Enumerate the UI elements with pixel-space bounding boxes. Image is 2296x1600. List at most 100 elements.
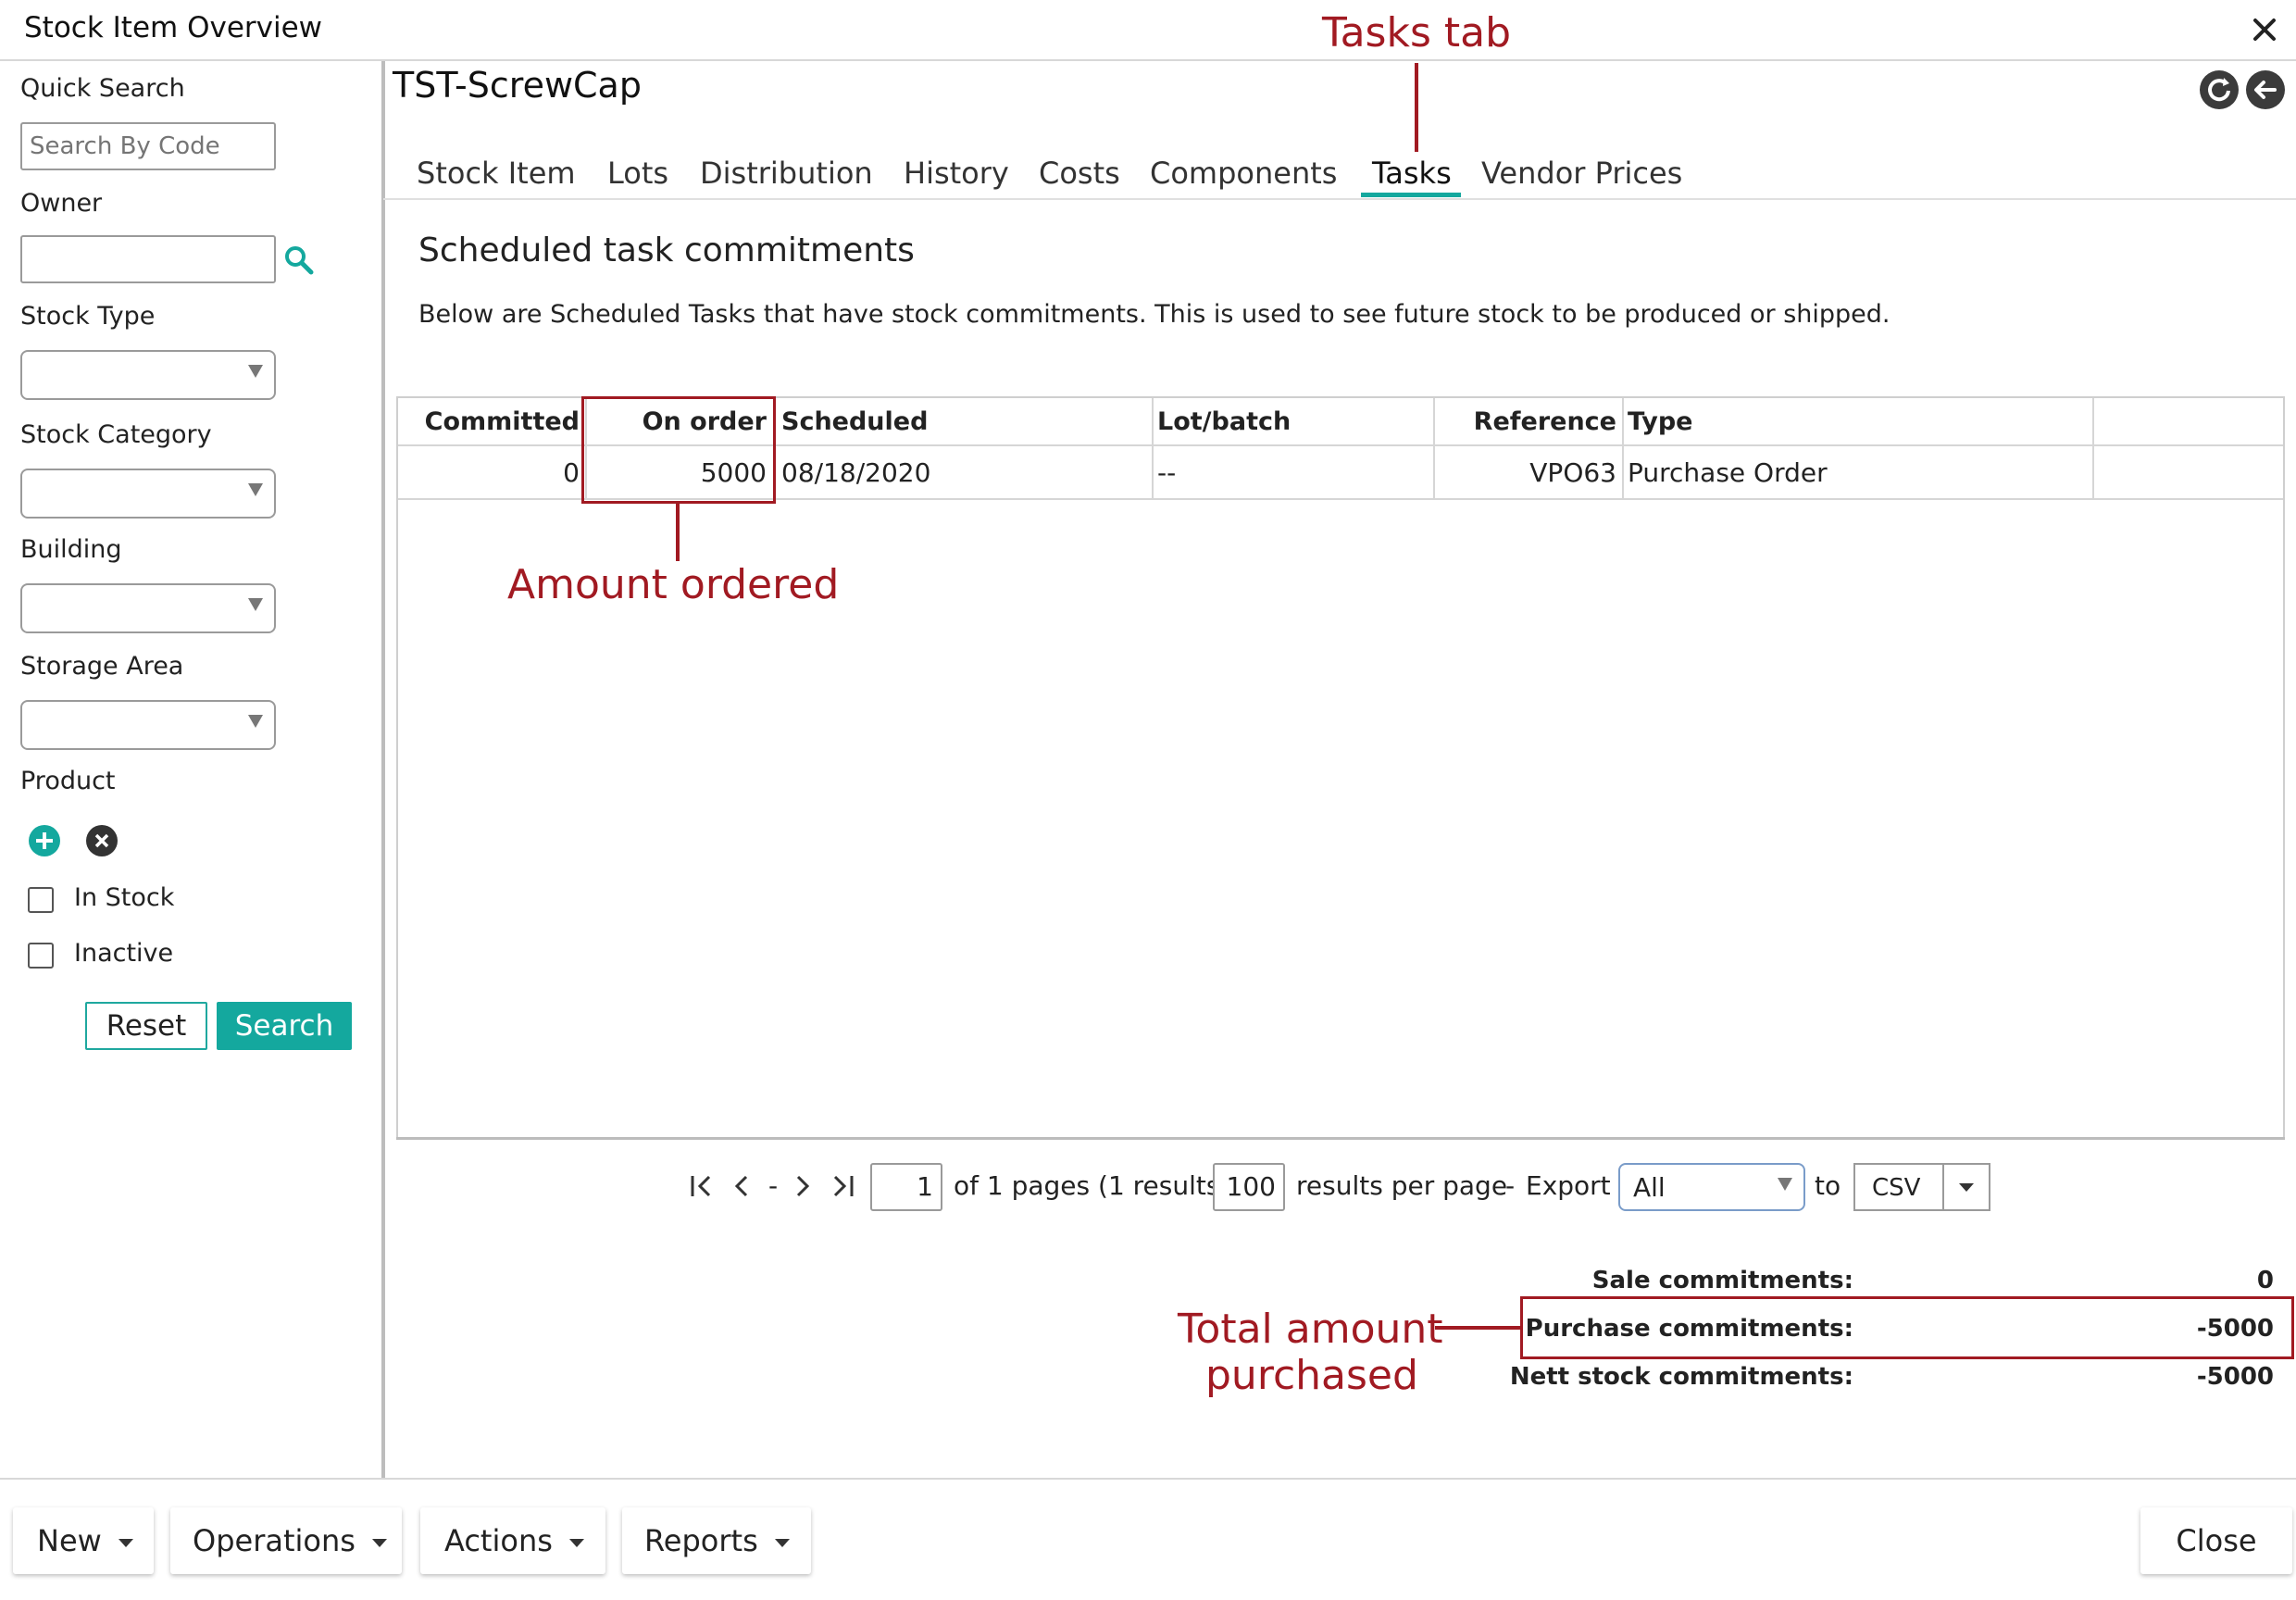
- commitments-table: [396, 396, 2285, 1231]
- annotation-pointer: [676, 504, 680, 561]
- tab-vendor-prices[interactable]: Vendor Prices: [1481, 156, 1682, 191]
- inactive-checkbox[interactable]: [28, 943, 54, 969]
- column-header-lot-batch[interactable]: Lot/batch: [1157, 407, 1291, 436]
- annotation-highlight-on-order: [581, 396, 776, 504]
- first-page-icon[interactable]: [689, 1172, 715, 1200]
- to-label: to: [1815, 1170, 1841, 1201]
- caret-down-icon: [774, 1538, 790, 1547]
- actions-menu-button[interactable]: Actions: [420, 1507, 605, 1574]
- export-scope-value: All: [1633, 1172, 1666, 1203]
- sale-commitments-label: Sale commitments:: [1591, 1267, 1853, 1294]
- caret-down-icon: [568, 1538, 584, 1547]
- per-page-input[interactable]: 100: [1213, 1163, 1285, 1211]
- chevron-down-icon: [248, 598, 263, 611]
- chevron-down-icon: [248, 483, 263, 496]
- in-stock-label: In Stock: [74, 883, 175, 912]
- column-header-reference[interactable]: Reference: [1439, 407, 1616, 436]
- chevron-down-icon[interactable]: [1959, 1183, 1974, 1192]
- window-title: Stock Item Overview: [24, 11, 323, 44]
- annotation-highlight-purchase: [1520, 1296, 2294, 1359]
- quick-search-label: Quick Search: [20, 74, 185, 103]
- storage-area-select[interactable]: [20, 700, 276, 750]
- export-label: Export: [1526, 1170, 1611, 1201]
- pager-separator: -: [1505, 1170, 1516, 1201]
- product-label: Product: [20, 767, 116, 795]
- stock-category-label: Stock Category: [20, 420, 212, 449]
- stock-type-select[interactable]: [20, 350, 276, 400]
- actions-label: Actions: [444, 1523, 553, 1558]
- nett-commitments-value: -5000: [2196, 1363, 2274, 1391]
- cell-reference: VPO63: [1529, 457, 1616, 488]
- export-scope-select[interactable]: All: [1618, 1163, 1805, 1211]
- caret-down-icon: [371, 1538, 387, 1547]
- tab-components[interactable]: Components: [1150, 156, 1337, 191]
- col-divider: [1622, 398, 1624, 500]
- quick-search-input[interactable]: [20, 122, 276, 170]
- tab-distribution[interactable]: Distribution: [700, 156, 873, 191]
- stock-category-select[interactable]: [20, 469, 276, 519]
- annotation-tasks-tab: Tasks tab: [1322, 9, 1512, 56]
- sale-commitments-value: 0: [2256, 1267, 2274, 1294]
- building-select[interactable]: [20, 583, 276, 633]
- reports-label: Reports: [644, 1523, 758, 1558]
- last-page-icon[interactable]: [830, 1172, 855, 1200]
- tabs-divider: [383, 198, 2296, 200]
- chevron-down-icon: [1778, 1178, 1792, 1191]
- stock-type-label: Stock Type: [20, 302, 156, 331]
- column-header-type[interactable]: Type: [1628, 407, 1692, 436]
- tab-stock-item[interactable]: Stock Item: [417, 156, 576, 191]
- caret-down-icon: [118, 1538, 133, 1547]
- tab-history[interactable]: History: [904, 156, 1009, 191]
- refresh-icon[interactable]: [2200, 70, 2239, 109]
- new-menu-button[interactable]: New: [13, 1507, 154, 1574]
- back-arrow-icon[interactable]: [2246, 70, 2285, 109]
- cell-type: Purchase Order: [1628, 457, 1828, 488]
- column-header-scheduled[interactable]: Scheduled: [781, 407, 928, 436]
- export-format-select[interactable]: CSV: [1853, 1163, 1990, 1211]
- tab-lots[interactable]: Lots: [607, 156, 668, 191]
- search-button[interactable]: Search: [217, 1002, 352, 1050]
- active-tab-indicator: [1361, 193, 1461, 197]
- chevron-down-icon: [248, 715, 263, 728]
- search-icon[interactable]: [283, 244, 315, 276]
- annotation-total-line2: purchased: [1205, 1352, 1418, 1399]
- col-divider: [2092, 398, 2094, 500]
- nett-commitments-label: Nett stock commitments:: [1509, 1363, 1853, 1391]
- add-product-icon[interactable]: [28, 824, 61, 857]
- annotation-pointer: [1415, 63, 1418, 152]
- prev-page-icon[interactable]: [731, 1172, 754, 1200]
- building-label: Building: [20, 535, 122, 564]
- in-stock-checkbox[interactable]: [28, 887, 54, 913]
- operations-menu-button[interactable]: Operations: [170, 1507, 402, 1574]
- annotation-total-line1: Total amount: [1178, 1306, 1443, 1353]
- owner-label: Owner: [20, 189, 103, 218]
- close-button[interactable]: Close: [2140, 1507, 2292, 1574]
- storage-area-label: Storage Area: [20, 652, 184, 681]
- pager-separator: -: [768, 1170, 779, 1201]
- section-description: Below are Scheduled Tasks that have stoc…: [418, 300, 1890, 329]
- annotation-amount-ordered: Amount ordered: [507, 561, 840, 608]
- tab-costs[interactable]: Costs: [1039, 156, 1120, 191]
- tab-tasks[interactable]: Tasks: [1372, 156, 1452, 191]
- clear-product-icon[interactable]: [85, 824, 119, 857]
- column-header-committed[interactable]: Committed: [407, 407, 580, 436]
- page-title: TST-ScrewCap: [393, 65, 642, 106]
- next-page-icon[interactable]: [791, 1172, 813, 1200]
- close-icon[interactable]: [2250, 15, 2279, 44]
- col-divider: [1152, 398, 1154, 500]
- per-page-label: results per page: [1296, 1170, 1508, 1201]
- inactive-label: Inactive: [74, 939, 174, 968]
- title-bar: [0, 0, 2296, 61]
- select-divider: [1942, 1165, 1944, 1209]
- reset-button[interactable]: Reset: [85, 1002, 207, 1050]
- operations-label: Operations: [193, 1523, 356, 1558]
- new-label: New: [37, 1523, 102, 1558]
- cell-lot-batch: --: [1157, 457, 1177, 488]
- col-divider: [1433, 398, 1435, 500]
- page-number-input[interactable]: 1: [870, 1163, 942, 1211]
- export-format-value: CSV: [1872, 1174, 1921, 1202]
- cell-scheduled: 08/18/2020: [781, 457, 931, 488]
- reports-menu-button[interactable]: Reports: [622, 1507, 811, 1574]
- section-title: Scheduled task commitments: [418, 231, 915, 269]
- owner-input[interactable]: [20, 235, 276, 283]
